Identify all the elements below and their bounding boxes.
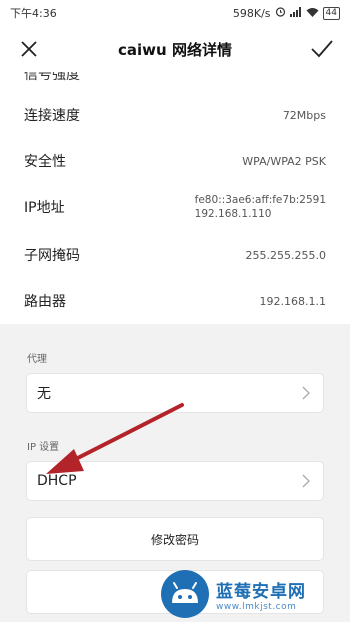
ip-settings-section-label: IP 设置 (27, 442, 60, 453)
detail-value: 255.255.255.0 (245, 248, 326, 262)
detail-value: fe80::3ae6:aff:fe7b:2591 192.168.1.110 (195, 193, 326, 221)
ip-settings-select[interactable]: DHCP (26, 461, 324, 501)
status-time: 下午4:36 (10, 7, 57, 20)
detail-row-router: 路由器 192.168.1.1 (0, 278, 350, 324)
status-bar: 下午4:36 598K/s 44 (0, 0, 350, 26)
page-title: caiwu 网络详情 (118, 40, 232, 59)
detail-value: 72Mbps (282, 108, 326, 122)
title-bar: caiwu 网络详情 (0, 26, 350, 72)
proxy-section-label: 代理 (27, 354, 47, 365)
signal-strength-label: 信号强度 (24, 72, 80, 83)
detail-row-subnet-mask: 子网掩码 255.255.255.0 (0, 232, 350, 278)
close-icon[interactable] (18, 38, 40, 60)
modify-password-button[interactable]: 修改密码 (26, 517, 324, 561)
proxy-value: 无 (37, 386, 51, 402)
watermark-text: 蓝莓安卓网 www.lmkjst.com (216, 577, 306, 612)
alarm-icon (275, 6, 286, 20)
proxy-select[interactable]: 无 (26, 373, 324, 413)
detail-label: 连接速度 (24, 108, 80, 124)
detail-label: 子网掩码 (24, 248, 80, 264)
battery-icon: 44 (322, 6, 340, 20)
detail-row-link-speed: 连接速度 72Mbps (0, 92, 350, 138)
watermark: 蓝莓安卓网 www.lmkjst.com (160, 568, 346, 620)
watermark-url: www.lmkjst.com (216, 601, 297, 612)
ip-settings-value: DHCP (37, 473, 77, 489)
ipv6-address: fe80::3ae6:aff:fe7b:2591 (194, 194, 326, 206)
detail-label: 安全性 (24, 154, 66, 170)
detail-value: 192.168.1.1 (259, 294, 326, 308)
network-details-card: 信号强度 连接速度 72Mbps 安全性 WPA/WPA2 PSK IP地址 f… (0, 72, 350, 324)
signal-icon (289, 6, 302, 20)
detail-row-security: 安全性 WPA/WPA2 PSK (0, 138, 350, 184)
detail-row-ip-address: IP地址 fe80::3ae6:aff:fe7b:2591 192.168.1.… (0, 184, 350, 230)
android-logo-icon (161, 570, 209, 618)
detail-label: IP地址 (24, 200, 65, 216)
detail-value: WPA/WPA2 PSK (242, 154, 326, 168)
wifi-icon (306, 7, 319, 20)
chevron-right-icon (302, 386, 310, 400)
status-indicators: 598K/s 44 (233, 6, 340, 20)
watermark-title: 蓝莓安卓网 (216, 581, 306, 602)
check-icon[interactable] (310, 38, 334, 60)
ipv4-address: 192.168.1.110 (194, 208, 272, 220)
detail-label: 路由器 (24, 294, 66, 310)
arrow-shaft (60, 403, 184, 468)
chevron-right-icon (302, 474, 310, 488)
network-speed: 598K/s (232, 6, 271, 20)
